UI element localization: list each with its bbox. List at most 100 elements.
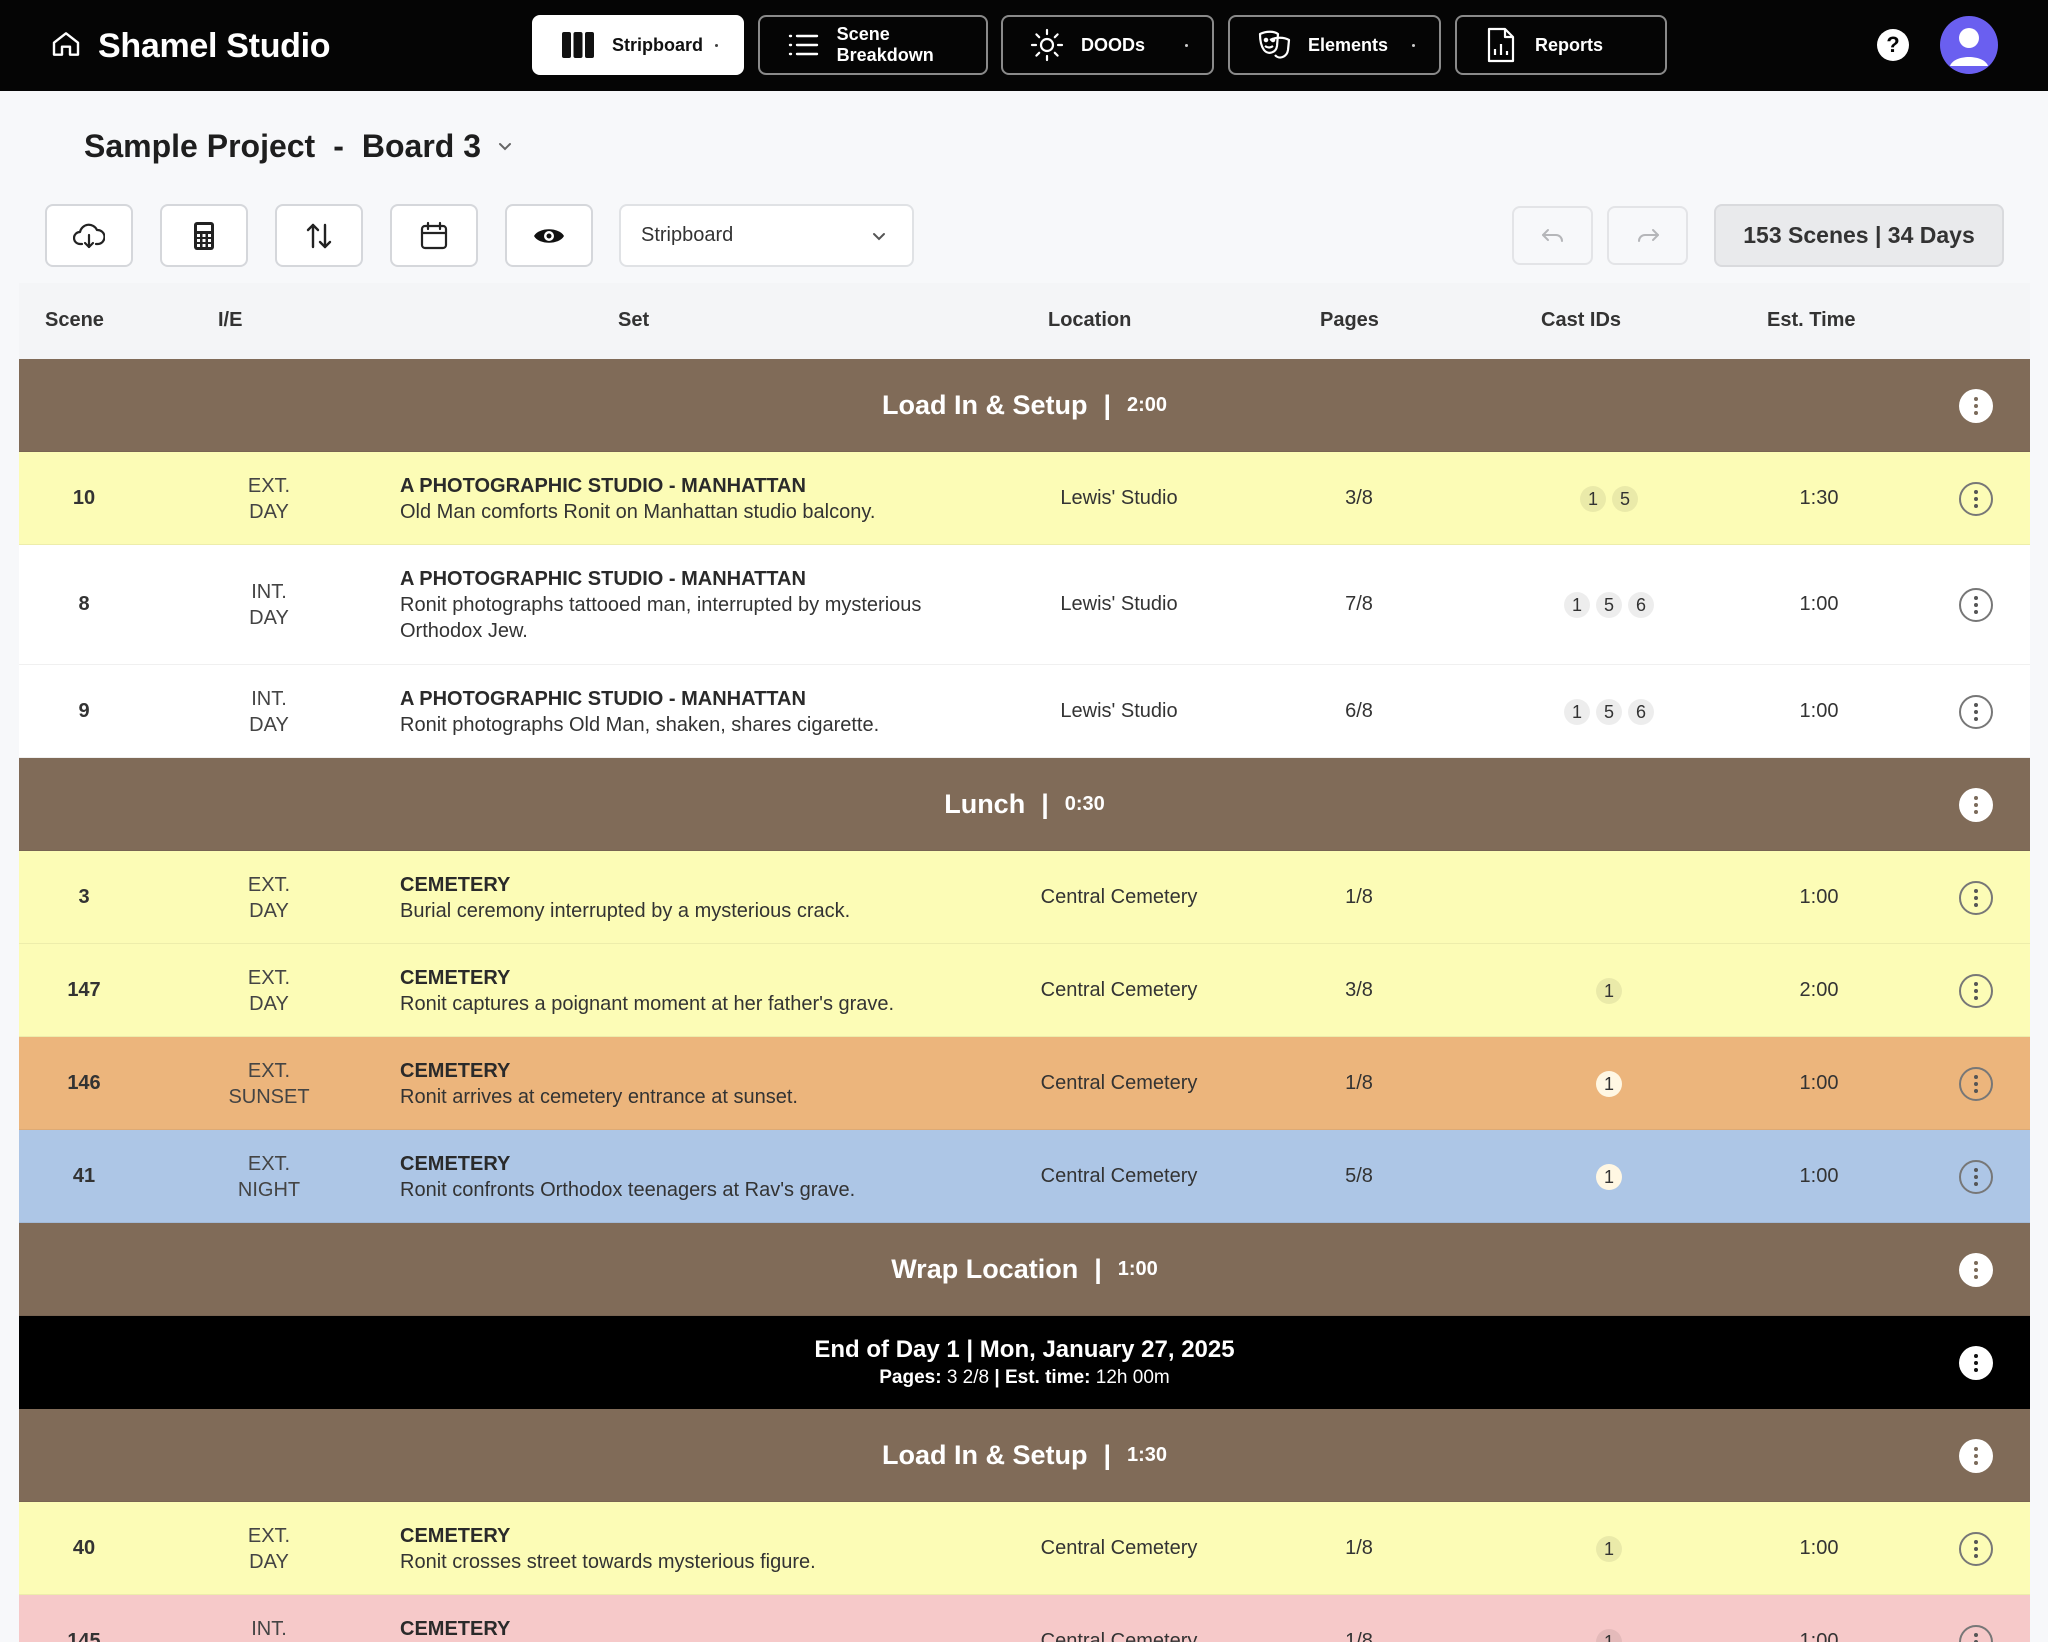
location: Central Cemetery: [1040, 978, 1198, 1001]
banner-strip[interactable]: Load In & Setup | 2:00: [19, 359, 2030, 452]
cast-id-chip[interactable]: 5: [1612, 485, 1638, 512]
banner-content: Wrap Location | 1:00: [19, 1252, 2030, 1288]
chevron-down-icon[interactable]: [495, 136, 515, 156]
calculator-button[interactable]: [160, 204, 248, 267]
set-name: A PHOTOGRAPHIC STUDIO - MANHATTAN: [400, 568, 806, 590]
location: Central Cemetery: [1040, 885, 1198, 908]
more-options-icon[interactable]: [1959, 588, 1993, 622]
banner-title: Load In & Setup: [881, 390, 1088, 420]
int-ext-value: EXT.: [247, 474, 291, 497]
more-options-icon[interactable]: [1959, 388, 1993, 423]
scene-strip[interactable]: 10 EXT. DAY A PHOTOGRAPHIC STUDIO - MANHATT…: [19, 452, 2030, 545]
est-time: 1:00: [1799, 1536, 1839, 1559]
cast-id-chip[interactable]: 1: [1596, 977, 1622, 1004]
more-options-icon[interactable]: [1959, 1345, 1993, 1380]
scene-number: 146: [67, 1071, 101, 1094]
col-cast[interactable]: Cast IDs: [1541, 309, 1621, 332]
brand[interactable]: Shamel Studio: [50, 22, 331, 70]
col-scene[interactable]: Scene: [45, 309, 104, 332]
location: Lewis' Studio: [1060, 486, 1178, 509]
help-icon[interactable]: ?: [1877, 29, 1909, 61]
nav-dot: [1412, 44, 1415, 47]
stripboard-icon: [560, 27, 596, 63]
banner-separator: |: [1103, 1440, 1112, 1470]
int-ext: EXT. NIGHT: [189, 1151, 349, 1203]
col-time[interactable]: Est. Time: [1767, 309, 1856, 332]
nav-scene-breakdown-label: Scene Breakdown: [836, 24, 934, 65]
col-pages[interactable]: Pages: [1320, 309, 1379, 332]
cast-id-chip[interactable]: 1: [1564, 592, 1590, 618]
banner-strip[interactable]: Wrap Location | 1:00: [19, 1223, 2030, 1316]
time-of-day: NIGHT: [237, 1178, 301, 1201]
scene-number: 8: [78, 593, 90, 615]
int-ext: INT. DAY: [189, 579, 349, 631]
cast-id-chip[interactable]: 5: [1596, 698, 1622, 725]
scene-number: 40: [72, 1536, 96, 1559]
banner-strip[interactable]: Load In & Setup | 1:30: [19, 1409, 2030, 1502]
more-options-icon[interactable]: [1959, 1159, 1993, 1194]
more-options-icon[interactable]: [1959, 973, 1993, 1008]
nav-elements-button[interactable]: Elements: [1228, 15, 1441, 75]
table-header: Scene I/E Set Location Pages Cast IDs Es…: [19, 283, 2030, 359]
title-separator: -: [333, 127, 344, 164]
view-select[interactable]: Stripboard: [619, 204, 914, 267]
more-options-icon[interactable]: [1959, 1624, 1993, 1642]
cast-id-chip[interactable]: 1: [1596, 1535, 1622, 1562]
nav-doods-button[interactable]: DOODs: [1001, 15, 1214, 75]
more-options-icon[interactable]: [1959, 1438, 1993, 1473]
more-options-icon[interactable]: [1959, 1252, 1993, 1287]
scene-strip[interactable]: 145 INT. CEMETERY Central Cemetery 1/8 1 1:00: [19, 1595, 2030, 1642]
banner-separator: |: [1041, 789, 1049, 819]
scene-strip[interactable]: 146 EXT. SUNSET CEMETERY Ronit arrives at ce…: [19, 1037, 2030, 1130]
col-ie[interactable]: I/E: [218, 309, 242, 332]
scene-strip[interactable]: 9 INT. DAY A PHOTOGRAPHIC STUDIO - MANHATTA…: [19, 665, 2030, 758]
visibility-button[interactable]: [505, 204, 593, 267]
more-options-icon[interactable]: [1959, 481, 1993, 516]
col-location[interactable]: Location: [1048, 309, 1131, 332]
avatar[interactable]: [1940, 16, 1998, 74]
time-of-day: DAY: [249, 992, 289, 1015]
download-button[interactable]: [45, 204, 133, 267]
banner-strip[interactable]: Lunch | 0:30: [19, 758, 2030, 851]
col-set[interactable]: Set: [618, 309, 649, 332]
cast-id-chip[interactable]: 1: [1596, 1628, 1622, 1642]
redo-button[interactable]: [1607, 206, 1688, 265]
cast-id-chip[interactable]: 1: [1596, 1163, 1622, 1190]
nav-stripboard-button[interactable]: Stripboard: [532, 15, 744, 75]
end-of-day-row[interactable]: End of Day 1 | Mon, January 27, 2025 Page…: [19, 1316, 2030, 1409]
nav-reports-button[interactable]: Reports: [1455, 15, 1667, 75]
cast-id-chip[interactable]: 1: [1596, 1070, 1622, 1097]
scene-strip[interactable]: 147 EXT. DAY CEMETERY Ronit captures a poign…: [19, 944, 2030, 1037]
cast-id-chip[interactable]: 1: [1580, 485, 1606, 512]
sort-button[interactable]: [275, 204, 363, 267]
more-options-icon[interactable]: [1959, 880, 1993, 915]
report-icon: [1483, 27, 1519, 63]
undo-button[interactable]: [1512, 206, 1593, 265]
scene-description: Old Man comforts Ronit on Manhattan stud…: [400, 500, 876, 523]
board-name[interactable]: Board 3: [362, 128, 481, 165]
more-options-icon[interactable]: [1959, 787, 1993, 822]
scene-description: Ronit arrives at cemetery entrance at su…: [400, 1085, 798, 1108]
scene-strip[interactable]: 40 EXT. DAY CEMETERY Ronit crosses street to…: [19, 1502, 2030, 1595]
scene-number: 147: [67, 978, 101, 1001]
more-options-icon[interactable]: [1959, 1531, 1993, 1566]
more-options-icon[interactable]: [1959, 1066, 1993, 1101]
scene-strip[interactable]: 41 EXT. NIGHT CEMETERY Ronit confronts Ortho…: [19, 1130, 2030, 1223]
nav-scene-breakdown-button[interactable]: Scene Breakdown: [758, 15, 988, 75]
more-options-icon[interactable]: [1959, 694, 1993, 729]
scene-strip[interactable]: 3 EXT. DAY CEMETERY Burial ceremony interrup…: [19, 851, 2030, 944]
cast-id-chip[interactable]: 6: [1628, 698, 1654, 725]
cast-id-chip[interactable]: 1: [1564, 698, 1590, 725]
est-time: 1:00: [1799, 1071, 1839, 1094]
calendar-button[interactable]: [390, 204, 478, 267]
int-ext-value: INT.: [251, 687, 287, 710]
scene-description: Ronit photographs Old Man, shaken, share…: [400, 713, 880, 736]
set-cell: A PHOTOGRAPHIC STUDIO - MANHATTAN Old Man…: [400, 473, 990, 525]
cast-id-chip[interactable]: 5: [1596, 592, 1622, 618]
cast-ids: 1: [1489, 1535, 1729, 1562]
scene-number: 10: [72, 486, 96, 509]
scene-description: Ronit confronts Orthodox teenagers at Ra…: [400, 1178, 856, 1201]
sun-icon: [1029, 27, 1065, 63]
scene-strip[interactable]: 8 INT. DAY A PHOTOGRAPHIC STUDIO - MANHATTA…: [19, 545, 2030, 665]
cast-id-chip[interactable]: 6: [1628, 592, 1654, 618]
